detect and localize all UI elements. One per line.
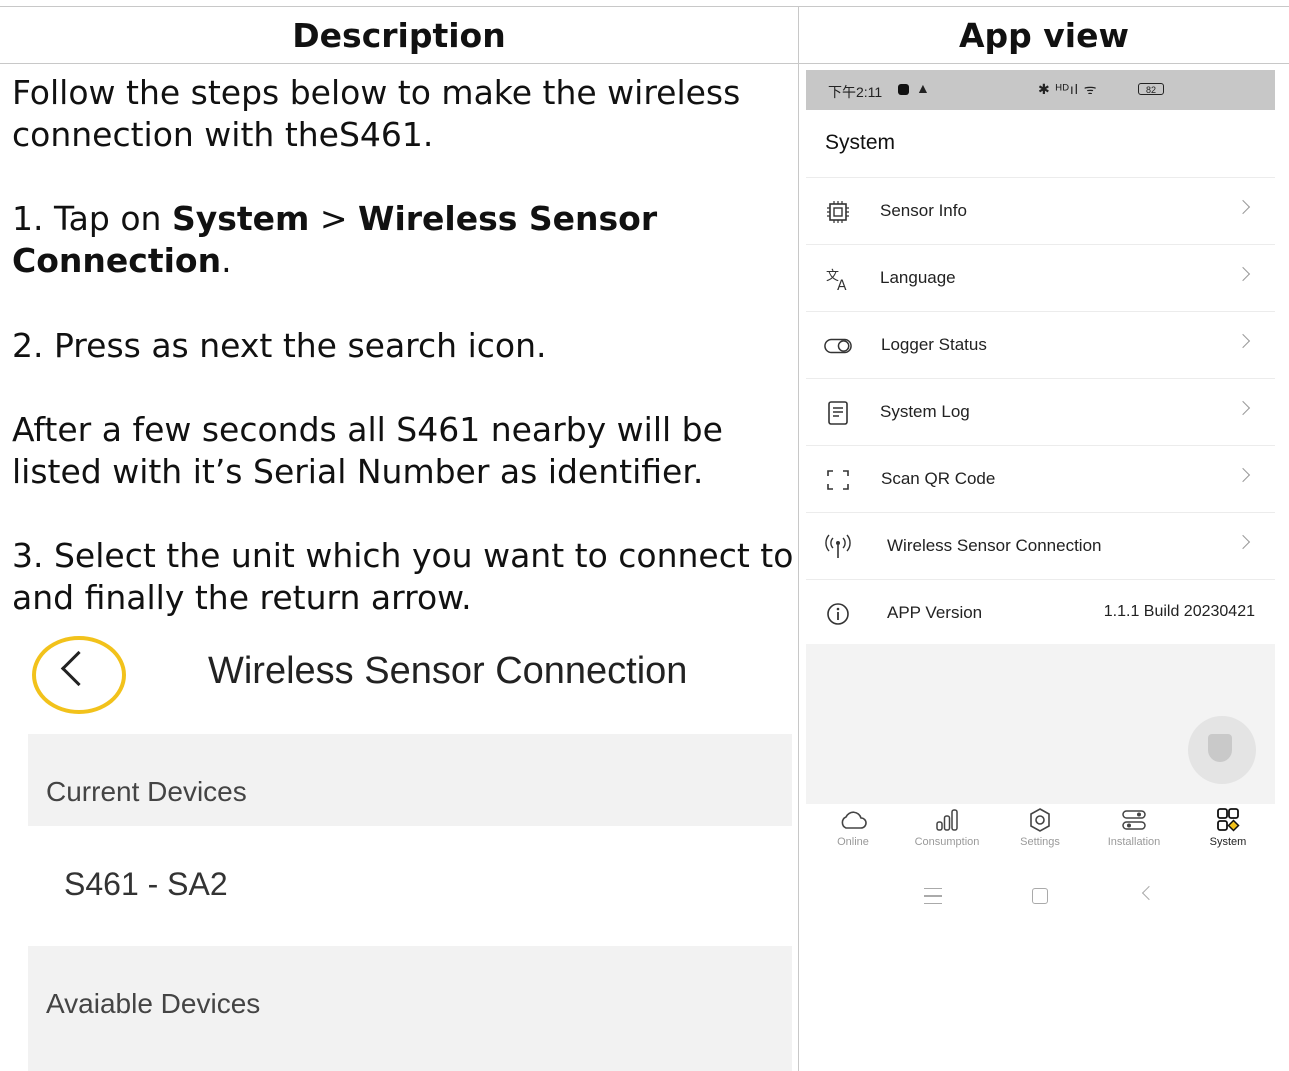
device-name: S461 - SA2 xyxy=(64,866,228,902)
current-devices-label: Current Devices xyxy=(46,776,247,807)
menu-item-wireless-sensor[interactable]: Wireless Sensor Connection xyxy=(806,513,1275,579)
status-icons: ✱ ᴴᴰıl ᯤ xyxy=(1038,81,1098,97)
menu-label: System Log xyxy=(880,402,970,421)
step-3-text: 3. Select the unit which you want to con… xyxy=(12,536,794,617)
step-2-text: 2. Press as next the search icon. xyxy=(12,326,547,365)
menu-label: APP Version xyxy=(887,603,983,622)
available-devices-label: Avaiable Devices xyxy=(46,988,261,1019)
home-icon[interactable] xyxy=(1032,888,1048,904)
svg-text:A: A xyxy=(837,278,847,292)
menu-item-app-version: APP Version 1.1.1 Build 20230421 xyxy=(806,580,1275,646)
sensor-chip-icon xyxy=(824,198,852,226)
toggle-icon xyxy=(824,332,852,360)
intro-text: Follow the steps below to make the wirel… xyxy=(12,73,741,154)
step-1-prefix: 1. Tap on xyxy=(12,199,172,238)
gear-icon xyxy=(993,808,1087,836)
nav-label: Installation xyxy=(1107,836,1161,848)
nav-consumption[interactable]: Consumption xyxy=(900,808,994,848)
menu-item-sensor-info[interactable]: Sensor Info xyxy=(806,178,1275,244)
wireless-icon xyxy=(824,533,852,561)
chevron-right-icon xyxy=(1235,400,1251,416)
nav-system[interactable]: System xyxy=(1181,808,1275,848)
scan-icon xyxy=(824,466,852,494)
nav-settings[interactable]: Settings xyxy=(993,808,1087,848)
step-1-text: 1. Tap on System > Wireless Sensor Conne… xyxy=(12,198,797,282)
back-icon[interactable] xyxy=(1141,885,1157,901)
installation-icon xyxy=(1087,808,1181,836)
inset-title: Wireless Sensor Connection xyxy=(208,650,688,692)
system-grid-icon xyxy=(1181,808,1275,836)
bottom-navigation: Online Consumption Settings Installation… xyxy=(806,808,1275,868)
menu-item-logger-status[interactable]: Logger Status xyxy=(806,312,1275,378)
header-description: Description xyxy=(292,15,506,55)
nav-label: Settings xyxy=(1020,836,1060,848)
menu-label: Wireless Sensor Connection xyxy=(887,536,1102,555)
status-bar: 下午2:11 ▲ ✱ ᴴᴰıl ᯤ 82 xyxy=(806,70,1275,110)
nav-installation[interactable]: Installation xyxy=(1087,808,1181,848)
menu-item-scan-qr[interactable]: Scan QR Code xyxy=(806,446,1275,512)
chevron-right-icon xyxy=(1235,333,1251,349)
menu-item-system-log[interactable]: System Log xyxy=(806,379,1275,445)
nav-label: Online xyxy=(837,836,869,848)
inset-header: Wireless Sensor Connection xyxy=(28,628,792,732)
chevron-right-icon xyxy=(1235,467,1251,483)
android-system-bar xyxy=(806,880,1275,916)
status-time: 下午2:11 xyxy=(828,84,883,100)
available-devices-section: Avaiable Devices xyxy=(28,946,792,1071)
after-text: After a few seconds all S461 nearby will… xyxy=(12,410,723,491)
menu-label: Logger Status xyxy=(881,335,987,354)
chevron-right-icon xyxy=(1235,534,1251,550)
step-1-separator: > xyxy=(309,199,359,238)
menu-label: Language xyxy=(880,268,956,287)
chevron-right-icon xyxy=(1235,266,1251,282)
nav-label: Consumption xyxy=(914,836,980,848)
translate-icon: 文A xyxy=(824,265,852,293)
shield-fab-button[interactable] xyxy=(1188,716,1256,784)
phone-screen: 下午2:11 ▲ ✱ ᴴᴰıl ᯤ 82 System Sensor Info … xyxy=(806,70,1275,1071)
table-header-border xyxy=(0,63,1289,64)
bar-chart-icon xyxy=(900,808,994,836)
menu-label: Scan QR Code xyxy=(881,469,996,488)
battery-icon: 82 xyxy=(1138,83,1164,95)
wireless-connection-screenshot: Wireless Sensor Connection Current Devic… xyxy=(28,628,792,1071)
table-top-border xyxy=(0,6,1289,7)
step-1-system: System xyxy=(171,199,310,238)
nav-label: System xyxy=(1209,836,1247,848)
shield-icon xyxy=(1208,734,1232,762)
notification-dot-icon xyxy=(898,84,909,95)
info-icon xyxy=(824,600,852,628)
current-devices-section: Current Devices xyxy=(28,734,792,826)
table-column-divider xyxy=(798,6,799,1071)
nav-online[interactable]: Online xyxy=(806,808,900,848)
menu-icon[interactable] xyxy=(924,888,942,904)
app-version-value: 1.1.1 Build 20230421 xyxy=(1103,603,1255,620)
cloud-icon xyxy=(806,808,900,836)
header-app-view: App view xyxy=(959,15,1129,55)
device-row[interactable]: S461 - SA2 xyxy=(28,828,792,944)
page-title: System xyxy=(825,131,896,154)
chevron-right-icon xyxy=(1235,199,1251,215)
menu-label: Sensor Info xyxy=(880,201,967,220)
step-1-suffix: . xyxy=(221,241,232,280)
menu-item-language[interactable]: 文A Language xyxy=(806,245,1275,311)
warning-icon: ▲ xyxy=(916,80,930,96)
document-icon xyxy=(824,399,852,427)
